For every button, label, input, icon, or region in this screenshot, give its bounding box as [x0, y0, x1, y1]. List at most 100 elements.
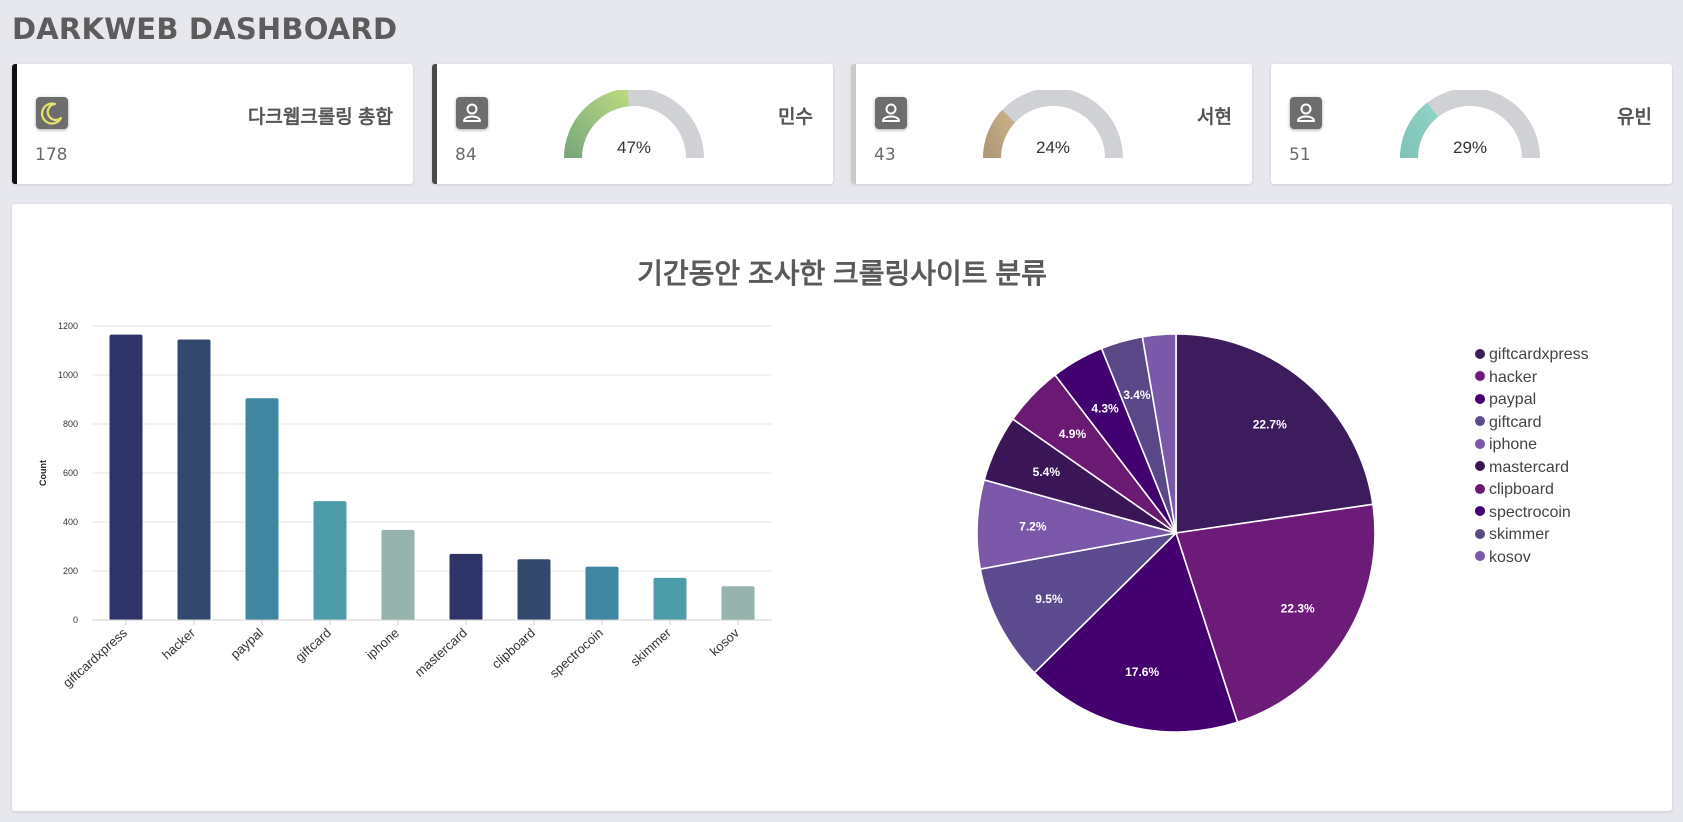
legend-label: iphone [1489, 436, 1538, 453]
pie-slice-skimmer [1100, 335, 1177, 534]
pie-slice-giftcardxpress [1175, 333, 1374, 534]
pie-value-label: 3.4% [1123, 388, 1151, 402]
card-value: 43 [874, 145, 896, 165]
pie-slice-kosov [1141, 333, 1177, 534]
legend-label: spectrocoin [1489, 503, 1571, 521]
legend-label: mastercard [1489, 458, 1570, 476]
gauge-percent: 29% [1452, 138, 1488, 157]
pie-slice-mastercard [983, 417, 1177, 534]
bar-giftcard [313, 501, 347, 620]
x-tick-label: spectrocoin [547, 625, 606, 681]
bar-spectrocoin [585, 566, 619, 620]
bar-paypal [245, 398, 279, 620]
card-value: 178 [35, 145, 68, 165]
x-tick-label: paypal [227, 625, 266, 662]
pie-value-label: 5.4% [1033, 465, 1061, 479]
gauge-percent: 47% [616, 138, 652, 157]
legend-swatch [1475, 483, 1485, 494]
legend-item[interactable]: spectrocoin [1475, 504, 1589, 527]
pie-slice-spectrocoin [1053, 347, 1177, 534]
legend-swatch [1475, 416, 1485, 427]
bar-giftcardxpress [109, 334, 143, 620]
y-tick-label: 400 [63, 517, 78, 527]
card-name: 민수 [778, 107, 813, 128]
app-title: DARKWEB DASHBOARD [12, 12, 398, 46]
legend-label: kosov [1489, 548, 1531, 566]
bar-iphone [381, 529, 415, 620]
card-value: 84 [455, 145, 477, 165]
pie-slice-iphone [976, 478, 1177, 570]
pie-slice-hacker [1174, 503, 1376, 724]
legend-item[interactable]: kosov [1475, 549, 1589, 572]
legend-swatch [1475, 528, 1485, 539]
pie-value-label: 4.9% [1059, 427, 1087, 441]
bar-chart: 0 200 400 600 800 1000 1200 Count giftcardxpress… [38, 321, 772, 691]
pie-slice-giftcard [979, 531, 1179, 674]
y-tick-label: 600 [63, 468, 78, 478]
legend-item[interactable]: hacker [1475, 369, 1589, 392]
pie-value-label: 17.6% [1125, 665, 1159, 679]
bar-hacker [177, 339, 211, 620]
user-icon [875, 97, 907, 129]
legend-item[interactable]: iphone [1475, 436, 1589, 459]
card-name: 유빈 [1617, 107, 1652, 128]
x-tick-label: clipboard [489, 625, 538, 671]
legend-item[interactable]: mastercard [1475, 459, 1589, 482]
pie-value-label: 7.2% [1019, 520, 1047, 534]
pie-value-label: 4.3% [1091, 402, 1119, 416]
user-icon [456, 97, 488, 129]
legend-item[interactable]: giftcard [1475, 414, 1589, 437]
bar-clipboard [517, 559, 551, 620]
card-name: 서현 [1197, 107, 1232, 128]
legend-swatch [1475, 461, 1485, 472]
legend-swatch [1475, 438, 1485, 449]
x-tick-label: skimmer [627, 625, 674, 669]
legend-item[interactable]: paypal [1475, 391, 1589, 414]
pie-value-label: 22.7% [1253, 418, 1287, 432]
legend-item[interactable]: skimmer [1475, 526, 1589, 549]
user-card-seohyun: 24% 서현 43 [851, 64, 1252, 184]
card-name: 다크웹크롤링 총합 [247, 107, 393, 128]
y-tick-label: 1000 [58, 370, 78, 380]
total-crawl-card: 다크웹크롤링 총합 178 [12, 64, 413, 184]
y-tick-label: 0 [73, 615, 78, 625]
x-tick-label: iphone [363, 625, 402, 662]
legend-swatch [1475, 371, 1485, 382]
legend-label: giftcardxpress [1489, 346, 1589, 363]
pie-value-label: 22.3% [1281, 602, 1315, 616]
legend-swatch [1475, 393, 1485, 404]
pie-slice-clipboard [1011, 373, 1177, 534]
legend-item[interactable]: giftcardxpress [1475, 346, 1589, 369]
bar-skimmer [653, 577, 687, 620]
card-accent-bar [432, 64, 437, 184]
x-tick-label: giftcard [292, 625, 334, 665]
x-tick-label: kosov [707, 625, 743, 659]
bar-kosov [721, 586, 755, 620]
user-icon [1290, 97, 1322, 129]
legend-label: clipboard [1489, 481, 1554, 498]
bar-mastercard [449, 553, 483, 620]
pie-legend: giftcardxpress hacker paypal giftcard iphone… [1475, 346, 1589, 571]
gauge-percent: 24% [1035, 138, 1071, 157]
moon-icon [36, 97, 68, 129]
legend-label: giftcard [1489, 413, 1542, 431]
legend-swatch [1475, 348, 1485, 359]
y-tick-label: 800 [63, 419, 78, 429]
y-axis-label: Count [38, 460, 48, 486]
legend-swatch [1475, 506, 1485, 517]
x-tick-label: giftcardxpress [60, 625, 131, 691]
user-card-yubin: 29% 유빈 51 [1271, 64, 1672, 184]
y-tick-label: 200 [63, 566, 78, 576]
pie-value-label: 9.5% [1035, 592, 1063, 606]
legend-label: paypal [1489, 391, 1537, 408]
pie-slice-paypal [1033, 531, 1239, 733]
card-accent-bar [851, 64, 856, 184]
legend-item[interactable]: clipboard [1475, 481, 1589, 504]
x-tick-label: mastercard [412, 625, 470, 680]
x-tick-label: hacker [159, 625, 199, 663]
user-card-minsu: 47% 민수 84 [432, 64, 833, 184]
legend-label: skimmer [1489, 526, 1550, 543]
chart-panel: 기간동안 조사한 크롤링사이트 분류 0 200 400 600 800 1000 1200… [12, 204, 1672, 811]
y-tick-label: 1200 [58, 321, 78, 331]
card-accent-bar [12, 64, 17, 184]
